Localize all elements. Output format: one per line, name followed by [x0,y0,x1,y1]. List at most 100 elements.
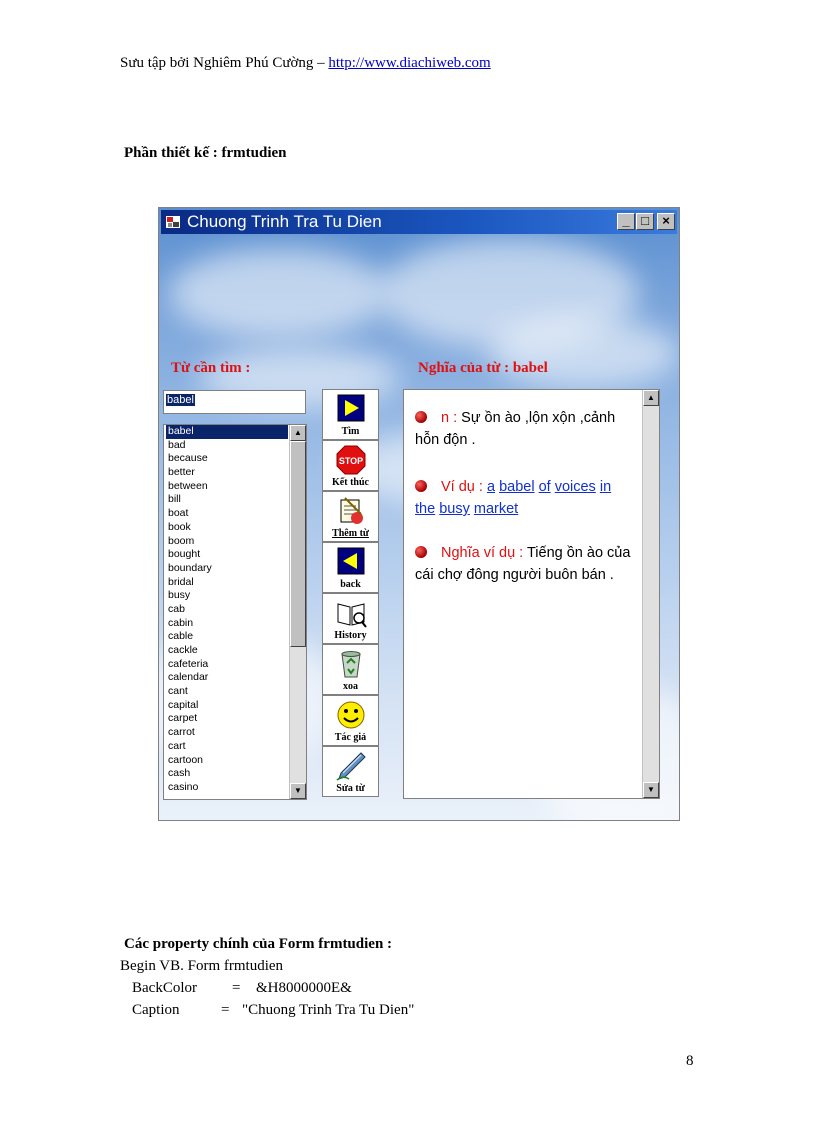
word-list-item[interactable]: cash [166,767,306,781]
meaning-definition: n : Sự ồn ào ,lộn xộn ,cảnh hỗn độn . [415,407,633,451]
word-list-item[interactable]: cant [166,685,306,699]
bullet-icon [415,411,427,423]
code-key-backcolor: BackColor [132,980,197,996]
word-list[interactable]: babel bad because better between bill boat book… [163,424,307,800]
code-line-begin: Begin VB. Form frmtudien [120,958,284,974]
example-word-link[interactable]: a [487,479,495,495]
tool-label: Kết thúc [332,477,369,488]
meaning-label: Nghĩa của từ : babel [418,360,548,376]
section-title: Phần thiết kế : frmtudien [124,145,287,161]
delete-button[interactable]: xoa [322,644,379,695]
word-list-item[interactable]: capital [166,699,306,713]
word-list-item[interactable]: boundary [166,562,306,576]
word-list-item[interactable]: cartoon [166,754,306,768]
word-list-item[interactable]: cafeteria [166,658,306,672]
page-number: 8 [686,1053,694,1069]
word-list-item[interactable]: bad [166,439,306,453]
example-word-link[interactable]: babel [499,479,534,495]
word-list-item[interactable]: cabin [166,617,306,631]
word-list-item[interactable]: busy [166,589,306,603]
search-button[interactable]: Tìm [322,389,379,440]
word-list-item[interactable]: carrot [166,726,306,740]
props-title: Các property chính của Form frmtudien : [124,936,393,952]
bullet-icon [415,480,427,492]
meaning-example-translation: Nghĩa ví dụ : Tiếng ồn ào của cái chợ đô… [415,542,633,586]
example-word-link[interactable]: busy [439,501,470,517]
meaning-example: Ví dụ : a babel of voices in the busy ma… [415,476,633,520]
example-word-link[interactable]: in [600,479,611,495]
tool-label: Tìm [341,426,360,437]
example-word-link[interactable]: of [539,479,551,495]
scroll-down-icon[interactable]: ▼ [643,782,659,798]
pos-label: n : [441,410,458,426]
word-list-item[interactable]: between [166,480,306,494]
maximize-button[interactable]: □ [636,213,654,230]
window-title: Chuong Trinh Tra Tu Dien [187,212,382,231]
word-list-item[interactable]: carpet [166,712,306,726]
bullet-icon [415,546,427,558]
tool-label: Thêm từ [332,528,369,539]
search-input-value: babel [166,394,195,406]
code-key-caption: Caption [132,1002,180,1018]
header-link[interactable]: http://www.diachiweb.com [328,55,490,71]
example-meaning-label: Nghĩa ví dụ : [441,545,524,561]
word-list-item[interactable]: boom [166,535,306,549]
word-list-item[interactable]: bridal [166,576,306,590]
search-label: Từ cần tìm : [171,360,251,376]
word-list-item[interactable]: babel [166,425,288,439]
tool-label: back [340,579,361,590]
word-list-scrollbar[interactable]: ▲ ▼ [289,425,306,799]
smiley-icon [337,701,365,729]
meaning-scrollbar[interactable]: ▲ ▼ [642,390,659,798]
code-eq: = [232,980,241,996]
tool-label: History [334,630,367,641]
search-input[interactable]: babel [163,390,306,414]
window-title-bar[interactable]: Chuong Trinh Tra Tu Dien _ □ × [161,210,677,234]
back-button[interactable]: back [322,542,379,593]
exit-button[interactable]: STOP Kết thúc [322,440,379,491]
author-button[interactable]: Tác giả [322,695,379,746]
word-list-item[interactable]: casino [166,781,306,795]
minimize-icon: _ [622,213,630,228]
back-icon [337,547,365,575]
code-val-caption: "Chuong Trinh Tra Tu Dien" [242,1002,415,1018]
word-list-item[interactable]: book [166,521,306,535]
example-word-link[interactable]: voices [555,479,596,495]
word-list-item[interactable]: calendar [166,671,306,685]
word-list-item[interactable]: bill [166,493,306,507]
toolbar: Tìm STOP Kết thúc Thêm từ back History x… [322,389,379,797]
word-list-item[interactable]: bought [166,548,306,562]
example-label: Ví dụ : [441,479,483,495]
svg-text:STOP: STOP [339,456,363,466]
add-word-button[interactable]: Thêm từ [322,491,379,542]
word-list-item[interactable]: because [166,452,306,466]
tool-label: Sửa từ [336,783,365,794]
history-icon [337,603,367,628]
recycle-bin-icon [341,651,361,678]
tool-label: xoa [343,681,358,692]
example-word-link[interactable]: market [474,501,518,517]
scroll-down-icon[interactable]: ▼ [290,783,306,799]
close-icon: × [662,213,670,228]
scroll-up-icon[interactable]: ▲ [290,425,306,441]
word-list-item[interactable]: cackle [166,644,306,658]
word-list-item[interactable]: cable [166,630,306,644]
word-list-item[interactable]: cab [166,603,306,617]
app-icon [166,216,180,228]
add-word-icon [340,497,363,524]
word-list-item[interactable]: better [166,466,306,480]
scroll-thumb[interactable] [290,441,306,647]
close-button[interactable]: × [657,213,675,230]
edit-word-button[interactable]: Sửa từ [322,746,379,797]
history-button[interactable]: History [322,593,379,644]
word-list-items: babel bad because better between bill boat book… [164,425,306,795]
page-header: Sưu tập bởi Nghiêm Phú Cường – http://ww… [120,55,491,72]
example-word-link[interactable]: the [415,501,435,517]
tool-label: Tác giả [334,732,367,743]
word-list-item[interactable]: boat [166,507,306,521]
minimize-button[interactable]: _ [617,213,635,230]
scroll-up-icon[interactable]: ▲ [643,390,659,406]
word-list-item[interactable]: cart [166,740,306,754]
header-credit: Sưu tập bởi Nghiêm Phú Cường – [120,55,329,71]
play-icon [337,394,365,422]
